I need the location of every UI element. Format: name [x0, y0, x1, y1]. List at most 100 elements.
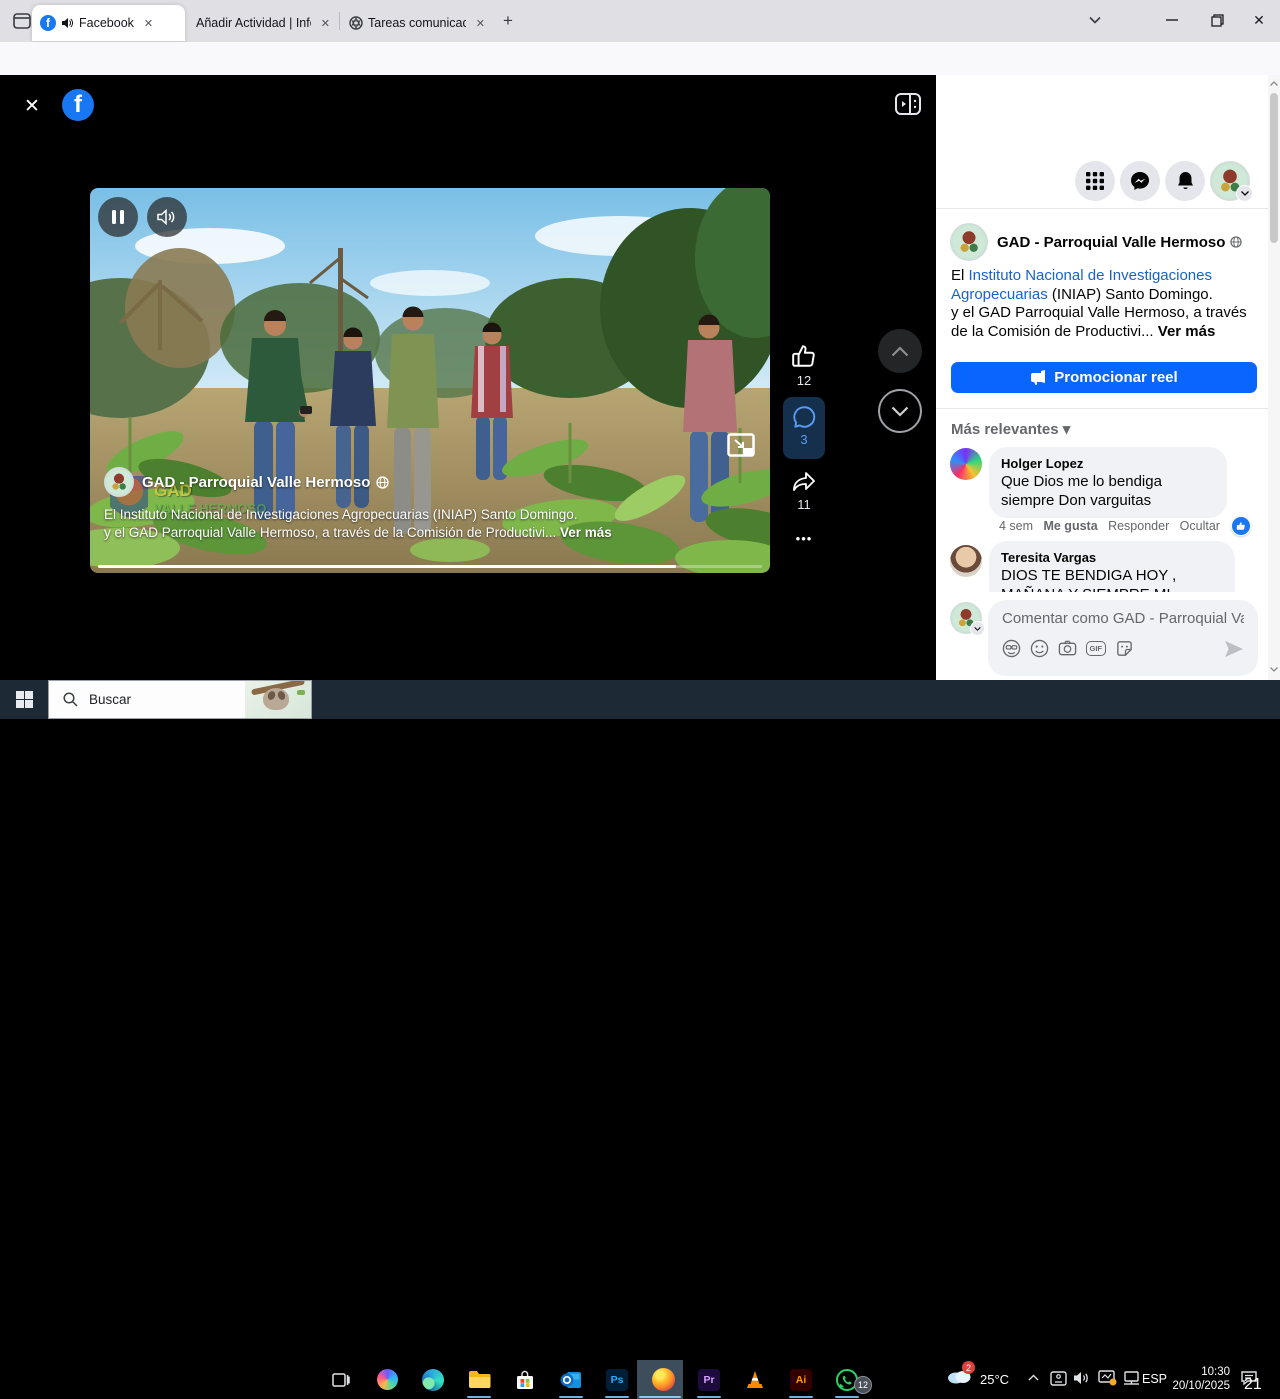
scroll-down-icon[interactable]	[1270, 667, 1278, 672]
hidden-icons-chevron[interactable]	[1028, 1374, 1039, 1381]
new-tab-button[interactable]: +	[495, 8, 521, 34]
previous-reel-button[interactable]	[878, 329, 922, 373]
language-indicator[interactable]: ESP	[1142, 1372, 1167, 1386]
facebook-logo[interactable]: f	[62, 89, 94, 121]
touch-keyboard-icon[interactable]	[1050, 1371, 1067, 1386]
file-explorer-button[interactable]	[456, 1360, 502, 1399]
tab-close-icon[interactable]: ✕	[476, 17, 485, 30]
collapse-panel-icon[interactable]	[895, 93, 921, 115]
page-name[interactable]: GAD - Parroquial Valle Hermoso	[997, 234, 1225, 251]
like-button[interactable]: 12	[783, 343, 825, 388]
tab-close-icon[interactable]: ✕	[144, 17, 153, 30]
window-minimize-button[interactable]	[1149, 0, 1195, 40]
reel-stage: ✕ f	[0, 75, 936, 680]
whatsapp-button[interactable]: 12	[824, 1360, 870, 1399]
weather-tray-item[interactable]: 2	[946, 1366, 972, 1384]
tab-audio-icon[interactable]	[61, 17, 73, 29]
firefox-button[interactable]	[640, 1360, 686, 1399]
comment-author[interactable]: Holger Lopez	[1001, 455, 1215, 472]
scroll-thumb[interactable]	[1270, 93, 1278, 243]
apps-grid-button[interactable]	[1075, 161, 1115, 201]
notification-badge: 21	[1244, 1376, 1262, 1394]
comments-button[interactable]: 3	[783, 397, 825, 459]
window-restore-button[interactable]	[1194, 0, 1240, 40]
bell-icon	[1176, 171, 1195, 191]
photoshop-button[interactable]: Ps	[594, 1360, 640, 1399]
page-header-row: GAD - Parroquial Valle Hermoso	[950, 223, 1242, 261]
comment-like-button[interactable]: Me gusta	[1043, 519, 1097, 533]
more-options-icon[interactable]: •••	[783, 531, 825, 546]
send-icon[interactable]	[1224, 640, 1244, 658]
picture-in-picture-icon[interactable]	[727, 433, 755, 457]
temperature-label[interactable]: 25°C	[980, 1372, 1009, 1387]
search-highlight-image[interactable]	[245, 680, 311, 719]
premiere-button[interactable]: Pr	[686, 1360, 732, 1399]
volume-icon[interactable]	[1073, 1371, 1090, 1385]
task-view-button[interactable]	[318, 1360, 364, 1399]
tab-tareas[interactable]: Tareas comunicador social GAD ✕	[341, 5, 493, 41]
tab-list-chevron-icon[interactable]	[1072, 0, 1118, 40]
overlay-author-row[interactable]: GAD - Parroquial Valle Hermoso	[104, 467, 389, 497]
speaker-icon	[157, 209, 177, 225]
outlook-button[interactable]	[548, 1360, 594, 1399]
window-close-button[interactable]: ✕	[1236, 0, 1280, 40]
gif-icon[interactable]: GIF	[1086, 641, 1106, 657]
avatar[interactable]	[104, 467, 134, 497]
emoji-icon[interactable]	[1030, 639, 1049, 658]
scroll-up-icon[interactable]	[1270, 81, 1278, 86]
camera-icon[interactable]	[1058, 639, 1077, 658]
notification-center-button[interactable]: 21	[1240, 1370, 1258, 1386]
tab-informes[interactable]: Añadir Actividad | Informes Mensua ✕	[188, 5, 338, 41]
edge-button[interactable]	[410, 1360, 456, 1399]
network-icon[interactable]	[1123, 1371, 1140, 1385]
next-reel-button[interactable]	[878, 389, 922, 433]
illustrator-button[interactable]: Ai	[778, 1360, 824, 1399]
composer-placeholder[interactable]: Comentar como GAD - Parroquial Vall...	[1002, 610, 1244, 627]
display-notification-icon[interactable]	[1098, 1370, 1117, 1386]
taskbar-search-box[interactable]: Buscar	[48, 680, 312, 719]
search-icon	[63, 692, 78, 707]
mute-button[interactable]	[147, 197, 187, 237]
promote-reel-button[interactable]: Promocionar reel	[951, 362, 1257, 393]
video-progress-fill	[98, 565, 676, 568]
firefox-view-icon[interactable]	[12, 11, 32, 31]
microsoft-store-button[interactable]	[502, 1360, 548, 1399]
reel-video[interactable]: GAD VALLE HERMOSO GAD - Parroquial Valle…	[90, 188, 770, 573]
firefox-icon	[652, 1368, 675, 1391]
vlc-button[interactable]	[732, 1360, 778, 1399]
comment-hide-button[interactable]: Ocultar	[1180, 519, 1220, 533]
avatar-sticker-icon[interactable]	[1002, 639, 1021, 658]
commenter-avatar[interactable]	[950, 545, 982, 577]
clock-tray-item[interactable]: 10:30 20/10/2025	[1172, 1365, 1230, 1393]
share-button[interactable]: 11	[783, 470, 825, 512]
composer-avatar[interactable]	[950, 602, 982, 634]
commenter-avatar[interactable]	[950, 448, 982, 480]
profile-menu-button[interactable]	[1210, 161, 1250, 201]
see-more-link[interactable]: Ver más	[560, 525, 612, 540]
notifications-button[interactable]	[1165, 161, 1205, 201]
video-progress-track[interactable]	[98, 565, 762, 568]
tab-facebook[interactable]: f Facebook ✕	[32, 5, 185, 41]
messenger-button[interactable]	[1120, 161, 1160, 201]
chevron-down-icon	[970, 621, 985, 636]
start-button[interactable]	[0, 680, 48, 719]
comment-author[interactable]: Teresita Vargas	[1001, 549, 1223, 566]
reel-side-panel: GAD - Parroquial Valle Hermoso El Instit…	[936, 75, 1268, 680]
copilot-button[interactable]	[364, 1360, 410, 1399]
page-avatar[interactable]	[950, 223, 988, 261]
page-scrollbar[interactable]	[1268, 75, 1280, 680]
post-text: El Instituto Nacional de Investigaciones…	[951, 267, 1257, 341]
tab-close-icon[interactable]: ✕	[321, 17, 330, 30]
pause-button[interactable]	[98, 197, 138, 237]
tab-separator	[339, 12, 340, 30]
comment-time[interactable]: 4 sem	[999, 519, 1033, 533]
comment-composer[interactable]: Comentar como GAD - Parroquial Vall... G…	[988, 600, 1258, 676]
overlay-author-name[interactable]: GAD - Parroquial Valle Hermoso	[142, 474, 370, 491]
like-reaction-badge[interactable]	[1231, 516, 1251, 536]
windows-taskbar: Buscar Ps Pr Ai 12	[0, 680, 1280, 719]
sticker-icon[interactable]	[1115, 639, 1134, 658]
close-reel-icon[interactable]: ✕	[24, 95, 40, 118]
see-more-link[interactable]: Ver más	[1158, 323, 1216, 340]
comment-reply-button[interactable]: Responder	[1108, 519, 1169, 533]
comments-sort-dropdown[interactable]: Más relevantes ▾	[951, 420, 1070, 438]
